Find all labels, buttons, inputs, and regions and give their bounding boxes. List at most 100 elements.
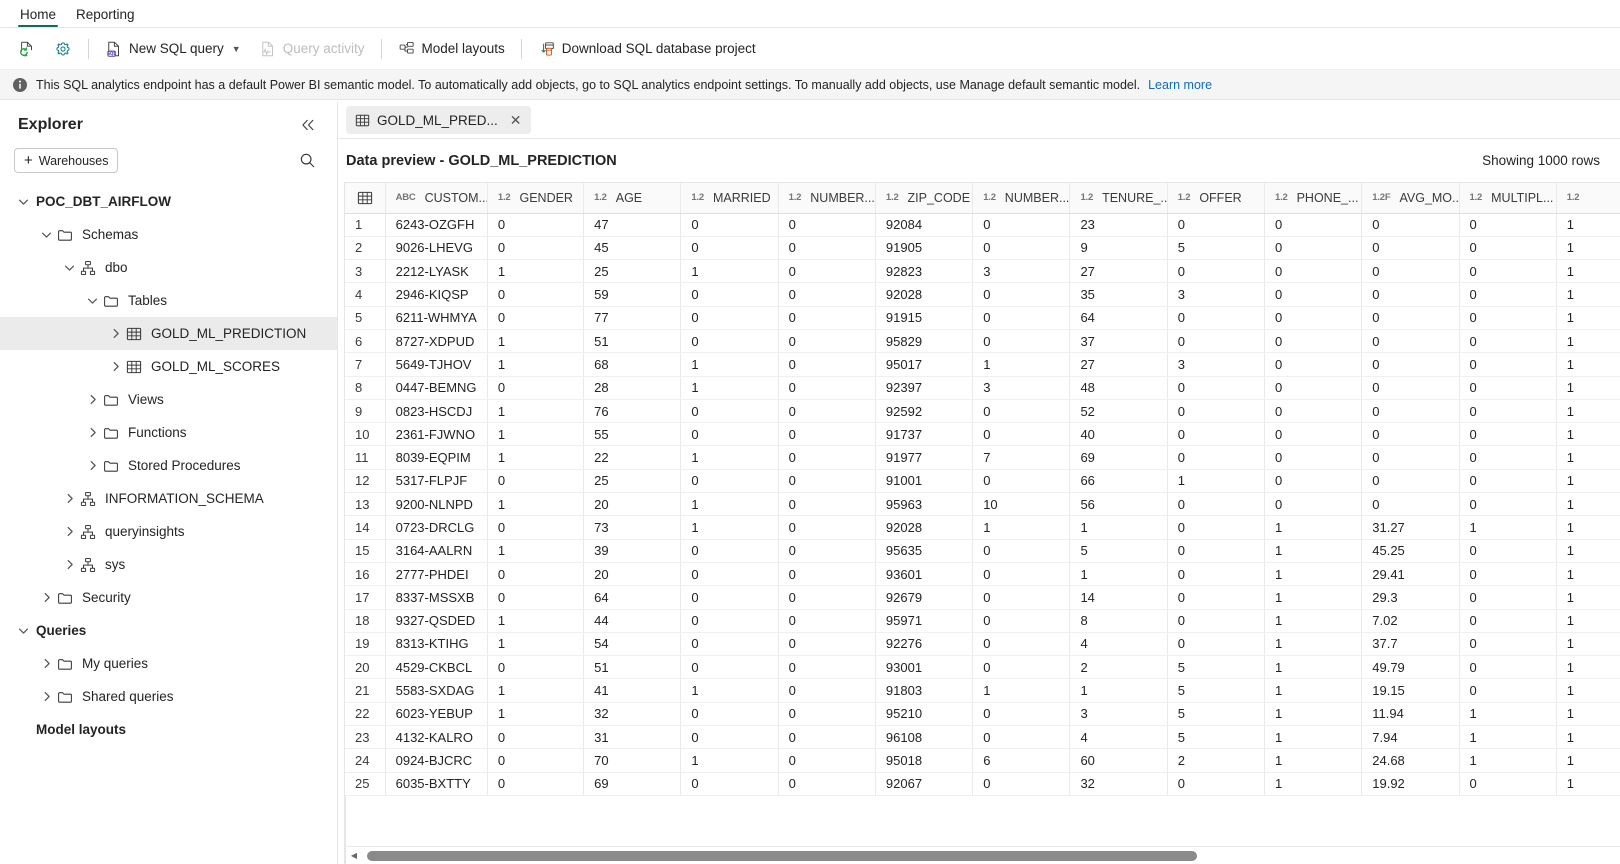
table-cell[interactable]: 1 (1069, 562, 1168, 587)
table-cell[interactable]: 0 (1167, 609, 1265, 633)
table-row[interactable]: 19 8313-KTIHG 1 54 0 0 92276 0 4 0 1 37.7 0 1 (345, 632, 1620, 657)
table-cell[interactable]: 0 (972, 213, 1071, 237)
table-cell[interactable]: 1 (680, 445, 779, 470)
table-cell[interactable]: 0 (1459, 376, 1557, 400)
table-cell[interactable]: 91803 (875, 678, 974, 703)
table-cell[interactable]: 0 (1361, 352, 1460, 377)
table-cell[interactable]: 0 (972, 539, 1071, 563)
table-cell[interactable]: 95971 (875, 609, 974, 633)
table-cell[interactable]: 5 (1167, 678, 1265, 703)
table-cell[interactable]: 9327-QSDED (385, 609, 488, 633)
data-grid-scroll-area[interactable]: ABC CUSTOM... 1.2 GENDER 1.2 AGE 1.2 MARRIED 1.2… (345, 183, 1620, 846)
table-row[interactable]: 16 2777-PHDEI 0 20 0 0 93601 0 1 0 1 29.41 0 1 (345, 562, 1620, 587)
table-row[interactable]: 9 0823-HSCDJ 1 76 0 0 92592 0 52 0 0 0 0 1 (345, 399, 1620, 424)
table-row[interactable]: 2 9026-LHEVG 0 45 0 0 91905 0 9 5 0 0 0 1 (345, 236, 1620, 261)
table-cell[interactable]: 2946-KIQSP (385, 282, 488, 307)
table-cell[interactable]: 0 (972, 399, 1071, 424)
table-cell[interactable]: 0 (1264, 259, 1363, 284)
ribbon-tab-home[interactable]: Home (10, 7, 66, 27)
table-cell[interactable]: 0 (487, 376, 585, 400)
table-cell[interactable]: 24.68 (1361, 748, 1460, 773)
table-cell[interactable]: 19.92 (1361, 772, 1460, 796)
table-cell[interactable]: 4 (1069, 632, 1168, 657)
table-cell[interactable]: 2777-PHDEI (385, 562, 488, 587)
table-cell[interactable]: 0 (1167, 422, 1265, 447)
table-cell[interactable]: 66 (1069, 469, 1168, 494)
table-cell[interactable]: 1 (487, 352, 585, 377)
table-cell[interactable]: 5583-SXDAG (385, 678, 488, 703)
table-cell[interactable]: 1 (680, 492, 779, 517)
table-cell[interactable]: 93001 (875, 655, 974, 680)
table-cell[interactable]: 0 (487, 748, 585, 773)
table-cell[interactable]: 31.27 (1361, 515, 1460, 540)
table-cell[interactable]: 0 (1459, 236, 1557, 261)
table-cell[interactable]: 1 (680, 748, 779, 773)
tree-twisty[interactable] (83, 459, 101, 472)
table-cell[interactable]: 0 (680, 282, 779, 307)
table-cell[interactable]: 0 (1459, 772, 1557, 796)
table-cell[interactable]: 5649-TJHOV (385, 352, 488, 377)
table-cell[interactable]: 0 (778, 539, 876, 563)
tree-twisty[interactable] (37, 690, 55, 703)
table-cell[interactable]: 0 (680, 329, 779, 354)
table-cell[interactable]: 1 (1556, 632, 1620, 657)
table-cell[interactable]: 52 (1069, 399, 1168, 424)
table-cell[interactable]: 0 (487, 213, 585, 237)
table-cell[interactable]: 0 (1459, 399, 1557, 424)
tree-twisty[interactable] (60, 261, 78, 274)
table-cell[interactable]: 0 (1361, 376, 1460, 400)
table-cell[interactable]: 5 (1167, 236, 1265, 261)
column-header-age[interactable]: 1.2 AGE (583, 183, 682, 214)
table-row[interactable]: 13 9200-NLNPD 1 20 1 0 95963 10 56 0 0 0 0 1 (345, 492, 1620, 517)
table-cell[interactable]: 0 (1167, 515, 1265, 540)
table-cell[interactable]: 0 (680, 632, 779, 657)
table-cell[interactable]: 8337-MSSXB (385, 585, 488, 610)
table-cell[interactable]: 1 (1167, 469, 1265, 494)
table-cell[interactable]: 0 (778, 352, 876, 377)
table-cell[interactable]: 95210 (875, 702, 974, 727)
table-cell[interactable]: 1 (1556, 492, 1620, 517)
table-cell[interactable]: 48 (1069, 376, 1168, 400)
table-cell[interactable]: 0 (972, 772, 1071, 796)
column-header-married[interactable]: 1.2 MARRIED (680, 183, 779, 214)
table-cell[interactable]: 0 (972, 562, 1071, 587)
table-cell[interactable]: 0 (778, 678, 876, 703)
table-cell[interactable]: 0 (680, 469, 779, 494)
table-cell[interactable]: 0 (1459, 609, 1557, 633)
tree-item-views[interactable]: Views (0, 383, 337, 416)
table-cell[interactable]: 7 (972, 445, 1071, 470)
table-cell[interactable]: 32 (583, 702, 682, 727)
table-cell[interactable]: 1 (1459, 748, 1557, 773)
table-cell[interactable]: 1 (1264, 748, 1363, 773)
table-cell[interactable]: 31 (583, 725, 682, 750)
table-cell[interactable]: 1 (487, 329, 585, 354)
table-cell[interactable]: 1 (1264, 632, 1363, 657)
column-header-number[interactable]: 1.2 NUMBER... (972, 183, 1071, 214)
table-cell[interactable]: 0 (1264, 492, 1363, 517)
table-cell[interactable]: 0 (778, 725, 876, 750)
table-cell[interactable]: 0 (778, 236, 876, 261)
table-cell[interactable]: 0 (1264, 352, 1363, 377)
table-cell[interactable]: 1 (1264, 562, 1363, 587)
table-cell[interactable]: 3 (972, 259, 1071, 284)
table-cell[interactable]: 0 (1167, 772, 1265, 796)
table-cell[interactable]: 0 (680, 585, 779, 610)
table-cell[interactable]: 0 (1459, 585, 1557, 610)
table-cell[interactable]: 0 (1264, 399, 1363, 424)
table-cell[interactable]: 0 (1167, 306, 1265, 330)
table-cell[interactable]: 92084 (875, 213, 974, 237)
table-cell[interactable]: 37 (1069, 329, 1168, 354)
table-cell[interactable]: 45 (583, 236, 682, 261)
table-cell[interactable]: 6243-OZGFH (385, 213, 488, 237)
table-row[interactable]: 18 9327-QSDED 1 44 0 0 95971 0 8 0 1 7.02 0 1 (345, 609, 1620, 633)
table-cell[interactable]: 1 (972, 352, 1071, 377)
table-cell[interactable]: 2361-FJWNO (385, 422, 488, 447)
table-cell[interactable]: 0 (778, 376, 876, 400)
table-cell[interactable]: 0 (680, 609, 779, 633)
table-cell[interactable]: 0 (487, 306, 585, 330)
query-activity-button[interactable]: Query activity (251, 34, 373, 64)
table-cell[interactable]: 4529-CKBCL (385, 655, 488, 680)
table-cell[interactable]: 0 (1361, 213, 1460, 237)
table-cell[interactable]: 95963 (875, 492, 974, 517)
table-cell[interactable]: 1 (1264, 772, 1363, 796)
